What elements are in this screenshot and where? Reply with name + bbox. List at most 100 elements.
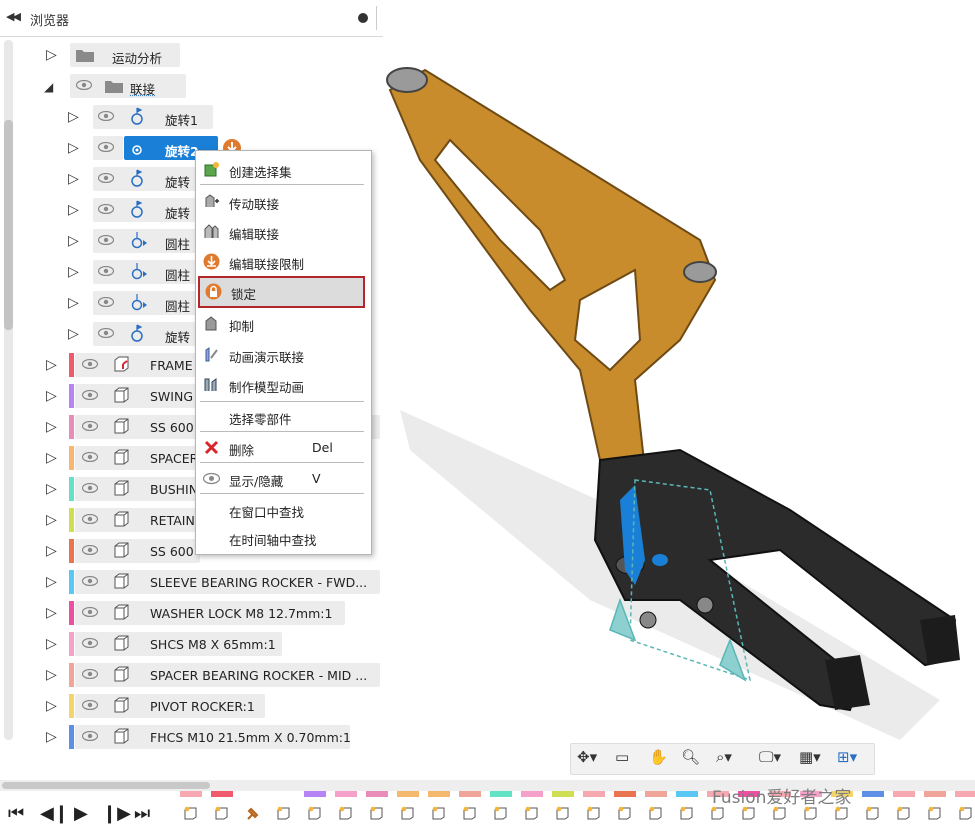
swingarm-model[interactable] (593, 448, 960, 712)
menu-item-show-hide[interactable]: 显示/隐藏 V (196, 464, 371, 492)
tree-component[interactable]: ▷ SHCS M8 X 65mm:1 (0, 629, 390, 659)
timeline-component-icon[interactable] (338, 806, 353, 821)
timeline-component-icon[interactable] (214, 806, 229, 821)
expand-arrow-icon[interactable]: ▷ (68, 202, 79, 218)
fit-icon[interactable]: ⌕▾ (716, 748, 732, 770)
3d-viewport[interactable] (380, 40, 975, 780)
menu-item-create-selection-set[interactable]: 创建选择集 (196, 155, 371, 183)
bike-frame-model[interactable] (386, 67, 717, 482)
timeline-component-icon[interactable] (524, 806, 539, 821)
play-icon[interactable]: ▶ (74, 803, 88, 824)
tree-folder-joints[interactable]: ◢ 联接 (0, 71, 390, 101)
expand-arrow-icon[interactable]: ▷ (46, 450, 57, 466)
expand-arrow-icon[interactable]: ▷ (46, 636, 57, 652)
timeline-component-icon[interactable] (617, 806, 632, 821)
expand-arrow-icon[interactable]: ▷ (46, 481, 57, 497)
timeline-component-icon[interactable] (865, 806, 880, 821)
eye-icon[interactable] (76, 80, 92, 90)
eye-icon[interactable] (82, 638, 98, 648)
expand-arrow-icon[interactable]: ▷ (46, 512, 57, 528)
scrollbar-thumb[interactable] (2, 782, 210, 789)
step-back-icon[interactable]: ◀❙ (40, 803, 69, 824)
menu-item-find-in-timeline[interactable]: 在时间轴中查找 (196, 523, 371, 551)
eye-icon[interactable] (82, 359, 98, 369)
tree-folder-motion-study[interactable]: ▷ 运动分析 (0, 40, 390, 70)
timeline-component-icon[interactable] (958, 806, 973, 821)
timeline-component-icon[interactable] (803, 806, 818, 821)
timeline-component-icon[interactable] (896, 806, 911, 821)
timeline-component-icon[interactable] (772, 806, 787, 821)
expand-arrow-icon[interactable]: ▷ (68, 295, 79, 311)
expand-arrow-icon[interactable]: ▷ (46, 667, 57, 683)
expand-arrow-icon[interactable]: ▷ (46, 574, 57, 590)
expand-arrow-icon[interactable]: ▷ (68, 171, 79, 187)
eye-icon[interactable] (98, 235, 114, 245)
timeline-component-icon[interactable] (648, 806, 663, 821)
eye-icon[interactable] (82, 421, 98, 431)
tree-component[interactable]: ▷ SLEEVE BEARING ROCKER - FWD... (0, 567, 390, 597)
display-settings-icon[interactable]: 🖵▾ (759, 748, 781, 770)
step-forward-icon[interactable]: ❙▶ (102, 803, 131, 824)
eye-icon[interactable] (98, 204, 114, 214)
menu-item-find-in-window[interactable]: 在窗口中查找 (196, 495, 371, 523)
menu-item-edit-joint-limits[interactable]: 编辑联接限制 (196, 247, 371, 275)
menu-item-motion-link[interactable]: 传动联接 (196, 187, 371, 215)
eye-icon[interactable] (82, 576, 98, 586)
timeline-component-icon[interactable] (555, 806, 570, 821)
tree-component[interactable]: ▷ SPACER BEARING ROCKER - MID ... (0, 660, 390, 690)
expand-arrow-icon[interactable]: ▷ (68, 140, 79, 156)
timeline-component-icon[interactable] (183, 806, 198, 821)
expand-arrow-icon[interactable]: ▷ (46, 47, 57, 63)
viewports-icon[interactable]: ⊞▾ (837, 748, 857, 770)
menu-item-lock[interactable]: 锁定 (198, 276, 365, 308)
collapse-arrow-icon[interactable]: ◢ (44, 80, 53, 94)
eye-icon[interactable] (98, 173, 114, 183)
tree-joint[interactable]: ▷ 旋转1 (0, 102, 390, 132)
go-to-start-icon[interactable]: ⏮ (8, 803, 24, 824)
expand-arrow-icon[interactable]: ▷ (68, 109, 79, 125)
eye-icon[interactable] (98, 266, 114, 276)
menu-item-animate-joint[interactable]: 动画演示联接 (196, 340, 371, 368)
expand-arrow-icon[interactable]: ▷ (46, 698, 57, 714)
expand-arrow-icon[interactable]: ▷ (68, 233, 79, 249)
timeline-component-icon[interactable] (493, 806, 508, 821)
collapse-panel-icon[interactable]: ◀◀ (6, 10, 21, 23)
go-to-end-icon[interactable]: ⏭ (134, 803, 150, 824)
timeline-component-icon[interactable] (400, 806, 415, 821)
pan-hand-icon[interactable]: ✋ (649, 748, 668, 770)
menu-item-select-components[interactable]: 选择零部件 (196, 402, 371, 430)
expand-arrow-icon[interactable]: ▷ (46, 543, 57, 559)
eye-icon[interactable] (98, 142, 114, 152)
zoom-icon[interactable]: 🔍︎ (681, 748, 700, 770)
expand-arrow-icon[interactable]: ▷ (46, 388, 57, 404)
eye-icon[interactable] (82, 483, 98, 493)
eye-icon[interactable] (82, 545, 98, 555)
expand-arrow-icon[interactable]: ▷ (68, 264, 79, 280)
eye-icon[interactable] (82, 514, 98, 524)
timeline-component-icon[interactable] (369, 806, 384, 821)
tree-component[interactable]: ▷ PIVOT ROCKER:1 (0, 691, 390, 721)
eye-icon[interactable] (98, 297, 114, 307)
timeline-component-icon[interactable] (679, 806, 694, 821)
timeline-component-icon[interactable] (710, 806, 725, 821)
menu-item-suppress[interactable]: 抑制 (196, 309, 371, 337)
menu-item-animate-model[interactable]: 制作模型动画 (196, 370, 371, 398)
timeline-component-icon[interactable] (431, 806, 446, 821)
timeline-component-icon[interactable] (586, 806, 601, 821)
tree-component[interactable]: ▷ FHCS M10 21.5mm X 0.70mm:1 (0, 722, 390, 752)
eye-icon[interactable] (82, 700, 98, 710)
expand-arrow-icon[interactable]: ▷ (46, 729, 57, 745)
eye-icon[interactable] (82, 607, 98, 617)
orbit-icon[interactable]: ✥▾ (577, 748, 597, 770)
eye-icon[interactable] (82, 669, 98, 679)
timeline-component-icon[interactable] (276, 806, 291, 821)
menu-item-delete[interactable]: 删除 Del (196, 433, 371, 461)
grid-settings-icon[interactable]: ▦▾ (799, 748, 821, 770)
eye-icon[interactable] (82, 452, 98, 462)
tree-component[interactable]: ▷ WASHER LOCK M8 12.7mm:1 (0, 598, 390, 628)
menu-item-edit-joint[interactable]: 编辑联接 (196, 217, 371, 245)
eye-icon[interactable] (82, 731, 98, 741)
expand-arrow-icon[interactable]: ▷ (46, 605, 57, 621)
expand-arrow-icon[interactable]: ▷ (46, 419, 57, 435)
timeline-component-icon[interactable] (741, 806, 756, 821)
